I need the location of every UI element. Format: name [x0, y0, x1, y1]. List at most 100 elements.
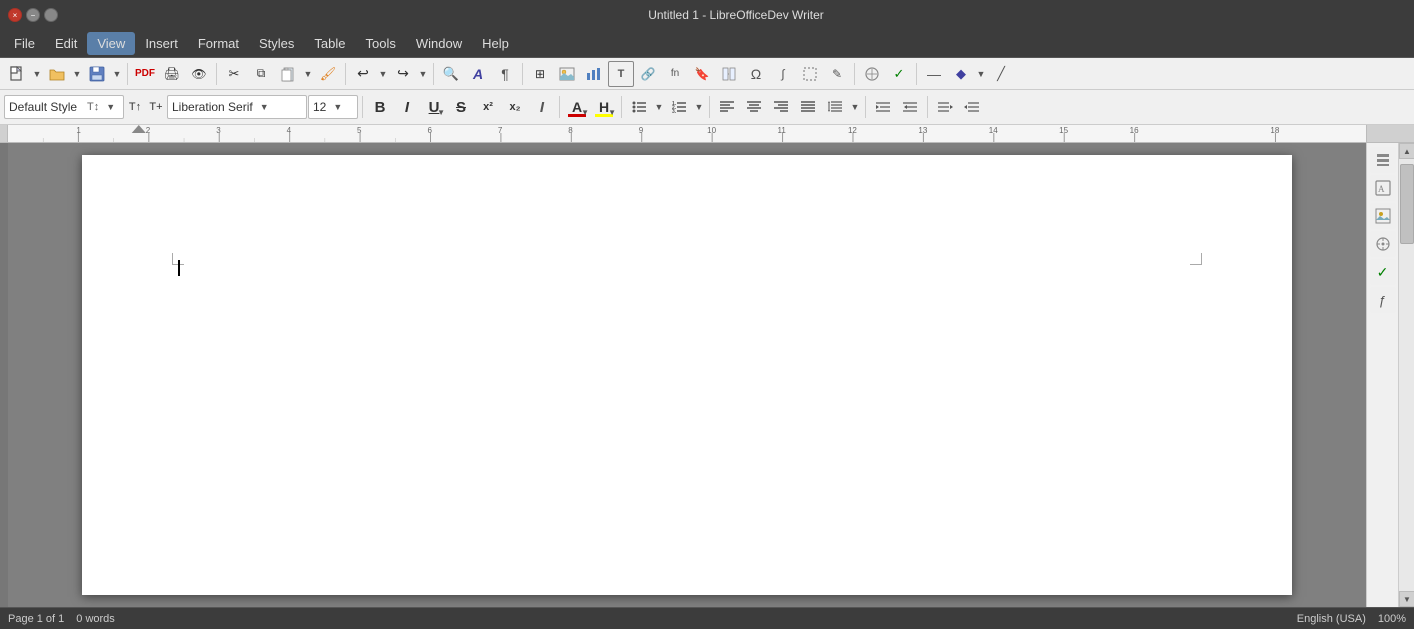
open-button[interactable] [44, 61, 70, 87]
svg-text:14: 14 [989, 126, 998, 135]
print-preview-button[interactable]: 👁 [186, 61, 212, 87]
special-char-button[interactable]: Ω [743, 61, 769, 87]
draw-line-button[interactable]: ╱ [988, 61, 1014, 87]
style-dropdown[interactable]: Default Style T↕ ▼ [4, 95, 124, 119]
font-size-dropdown[interactable]: 12 ▼ [308, 95, 358, 119]
line-spacing-dropdown[interactable]: ▼ [849, 94, 861, 120]
vertical-scrollbar[interactable]: ▲ ▼ [1398, 143, 1414, 607]
copy-button[interactable]: ⧉ [248, 61, 274, 87]
paste-button[interactable] [275, 61, 301, 87]
shapes-button[interactable]: ◆ [948, 61, 974, 87]
svg-text:12: 12 [848, 126, 857, 135]
save-button[interactable] [84, 61, 110, 87]
menu-help[interactable]: Help [472, 32, 519, 55]
strikethrough-button[interactable]: S [448, 94, 474, 120]
print-button[interactable]: 🖨 [159, 61, 185, 87]
highlight-color-button[interactable]: H ▼ [591, 94, 617, 120]
document-page[interactable] [82, 155, 1292, 595]
insert-image-button[interactable] [554, 61, 580, 87]
maximize-button[interactable] [44, 8, 58, 22]
menu-window[interactable]: Window [406, 32, 472, 55]
scroll-thumb[interactable] [1400, 164, 1414, 244]
menu-format[interactable]: Format [188, 32, 249, 55]
menu-view[interactable]: View [87, 32, 135, 55]
navigator-button[interactable] [859, 61, 885, 87]
sidebar-function-button[interactable]: ƒ [1370, 287, 1396, 313]
insert-line-button[interactable]: — [921, 61, 947, 87]
undo-button[interactable]: ↩ [350, 61, 376, 87]
redo-dropdown[interactable]: ▼ [417, 61, 429, 87]
redo-button[interactable]: ↪ [390, 61, 416, 87]
menu-edit[interactable]: Edit [45, 32, 87, 55]
ruler-content: 1 2 3 4 5 6 7 8 9 10 11 [8, 125, 1366, 142]
sidebar-gallery-button[interactable] [1370, 203, 1396, 229]
shapes-dropdown[interactable]: ▼ [975, 61, 987, 87]
ordered-list-dropdown[interactable]: ▼ [693, 94, 705, 120]
update-style-button[interactable]: T↑ [125, 94, 145, 120]
document-area[interactable] [8, 143, 1366, 607]
frame-button[interactable] [797, 61, 823, 87]
italic-button[interactable]: I [394, 94, 420, 120]
ordered-list-button[interactable]: 1.2.3. [666, 94, 692, 120]
clone-format-button[interactable]: 🖌 [315, 61, 341, 87]
cut-button[interactable]: ✂ [221, 61, 247, 87]
new-style-button[interactable]: T+ [146, 94, 166, 120]
insert-chart-button[interactable] [581, 61, 607, 87]
sidebar-styles-button[interactable]: A [1370, 175, 1396, 201]
bold-button[interactable]: B [367, 94, 393, 120]
menu-styles[interactable]: Styles [249, 32, 304, 55]
decrease-indent-button[interactable] [897, 94, 923, 120]
scroll-up-button[interactable]: ▲ [1399, 143, 1414, 159]
align-left-button[interactable] [714, 94, 740, 120]
svg-text:3.: 3. [672, 109, 677, 114]
align-right-button[interactable] [768, 94, 794, 120]
ltr-button[interactable] [932, 94, 958, 120]
italic2-button[interactable]: I [529, 94, 555, 120]
new-dropdown[interactable]: ▼ [31, 61, 43, 87]
language-label: English (USA) [1297, 613, 1366, 625]
increase-indent-button[interactable] [870, 94, 896, 120]
scroll-track[interactable] [1399, 159, 1414, 591]
fmt-sep-5 [865, 96, 866, 118]
sidebar-properties-button[interactable] [1370, 147, 1396, 173]
align-center-button[interactable] [741, 94, 767, 120]
sidebar-check-button[interactable]: ✓ [1370, 259, 1396, 285]
subscript-button[interactable]: x₂ [502, 94, 528, 120]
open-dropdown[interactable]: ▼ [71, 61, 83, 87]
insert-hyperlink-button[interactable]: 🔗 [635, 61, 661, 87]
paste-dropdown[interactable]: ▼ [302, 61, 314, 87]
annotation-button[interactable]: ✎ [824, 61, 850, 87]
align-justify-button[interactable] [795, 94, 821, 120]
insert-textbox-button[interactable]: T [608, 61, 634, 87]
close-button[interactable]: × [8, 8, 22, 22]
superscript-button[interactable]: x² [475, 94, 501, 120]
new-button[interactable] [4, 61, 30, 87]
insert-pagebreak-button[interactable] [716, 61, 742, 87]
menu-file[interactable]: File [4, 32, 45, 55]
save-dropdown[interactable]: ▼ [111, 61, 123, 87]
undo-dropdown[interactable]: ▼ [377, 61, 389, 87]
spellcheck-button[interactable]: ✓ [886, 61, 912, 87]
menu-table[interactable]: Table [304, 32, 355, 55]
find-button[interactable]: 🔍 [438, 61, 464, 87]
scroll-down-button[interactable]: ▼ [1399, 591, 1414, 607]
insert-bookmark-button[interactable]: 🔖 [689, 61, 715, 87]
line-spacing-button[interactable] [822, 94, 848, 120]
formula-button[interactable]: ∫ [770, 61, 796, 87]
fontwork-button[interactable]: A [465, 61, 491, 87]
font-dropdown[interactable]: Liberation Serif ▼ [167, 95, 307, 119]
underline-button[interactable]: U ▼ [421, 94, 447, 120]
formatting-marks-button[interactable]: ¶ [492, 61, 518, 87]
minimize-button[interactable]: − [26, 8, 40, 22]
export-pdf-button[interactable]: PDF [132, 61, 158, 87]
insert-table-button[interactable]: ⊞ [527, 61, 553, 87]
insert-footnote-button[interactable]: fn [662, 61, 688, 87]
rtl-button[interactable] [959, 94, 985, 120]
menu-tools[interactable]: Tools [355, 32, 405, 55]
sidebar-navigator-button[interactable] [1370, 231, 1396, 257]
menu-insert[interactable]: Insert [135, 32, 188, 55]
unordered-list-dropdown[interactable]: ▼ [653, 94, 665, 120]
unordered-list-button[interactable] [626, 94, 652, 120]
font-color-button[interactable]: A ▼ [564, 94, 590, 120]
svg-text:5: 5 [357, 126, 362, 135]
